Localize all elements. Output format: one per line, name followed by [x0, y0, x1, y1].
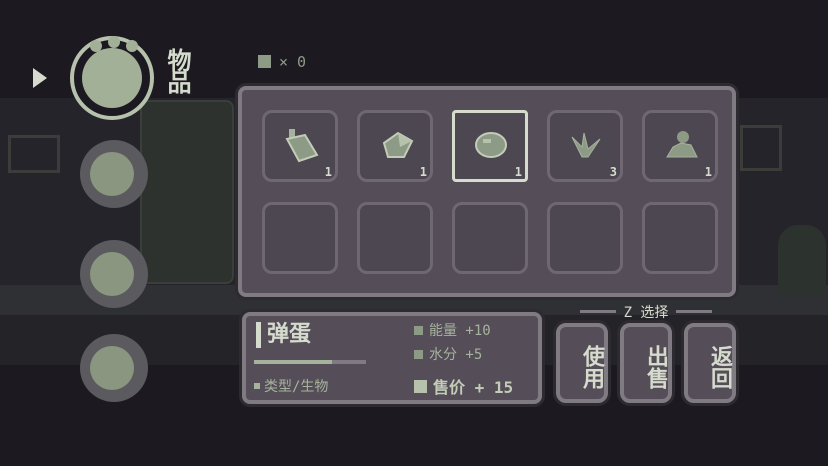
- inventory-slot-empty[interactable]: [357, 202, 433, 274]
- item-type: 类型/生物: [254, 376, 328, 396]
- inventory-panel: 1 1 1 3 1: [238, 86, 736, 297]
- inventory-slot[interactable]: 1: [357, 110, 433, 182]
- category-items-button[interactable]: [70, 36, 154, 120]
- bottle-icon: [285, 129, 319, 163]
- egg-icon: [475, 132, 507, 158]
- inventory-slot-empty[interactable]: [642, 202, 718, 274]
- slot-quantity: 3: [609, 165, 617, 179]
- slot-quantity: 1: [704, 165, 712, 179]
- category-creatures-button[interactable]: [80, 140, 148, 208]
- background-cabinet: [140, 100, 234, 284]
- coin-icon: [414, 380, 427, 393]
- coin-icon: [258, 55, 271, 68]
- inventory-slot[interactable]: 3: [547, 110, 623, 182]
- currency-count: × 0: [279, 53, 307, 71]
- energy-icon: [414, 326, 423, 335]
- item-type-label: 类型/生物: [264, 379, 329, 395]
- slot-quantity: 1: [419, 165, 427, 179]
- pencil-icon: [90, 346, 134, 390]
- rock-icon: [666, 131, 698, 158]
- select-hint-text: Z 选择: [623, 305, 669, 321]
- inventory-slot-empty[interactable]: [262, 202, 338, 274]
- background-picture-frame: [8, 135, 60, 173]
- item-name-underline-accent: [332, 360, 366, 364]
- stat-water-label: 水分 +5: [429, 347, 483, 363]
- crystal-icon: [382, 131, 414, 158]
- item-details-panel: 弹蛋 类型/生物 能量 +10 水分 +5 售价 + 15: [242, 312, 542, 404]
- slot-quantity: 1: [324, 165, 332, 179]
- water-icon: [414, 350, 423, 359]
- leaf-icon: [571, 132, 601, 158]
- bullet-icon: [254, 383, 260, 389]
- select-hint: Z 选择: [554, 302, 738, 322]
- inventory-slot-selected[interactable]: 1: [452, 110, 528, 182]
- selection-cursor-icon: [33, 68, 47, 88]
- background-window: [740, 125, 782, 171]
- stat-energy-label: 能量 +10: [429, 323, 491, 339]
- paw-icon: [82, 48, 142, 108]
- slot-quantity: 1: [514, 165, 522, 179]
- stat-price: 售价 + 15: [414, 374, 513, 398]
- back-button[interactable]: 返回: [684, 323, 736, 403]
- use-button[interactable]: 使用: [556, 323, 608, 403]
- fish-icon: [90, 152, 134, 196]
- stat-water: 水分 +5: [414, 344, 482, 364]
- pad-icon: [90, 252, 134, 296]
- category-items-label: 物品: [163, 48, 191, 92]
- category-notes-button[interactable]: [80, 240, 148, 308]
- inventory-slot-empty[interactable]: [547, 202, 623, 274]
- category-crafting-button[interactable]: [80, 334, 148, 402]
- inventory-slot[interactable]: 1: [642, 110, 718, 182]
- inventory-slot[interactable]: 1: [262, 110, 338, 182]
- currency-counter: × 0: [258, 53, 306, 71]
- background-plant: [778, 225, 826, 295]
- stat-energy: 能量 +10: [414, 320, 491, 340]
- stat-price-label: 售价 + 15: [433, 378, 514, 397]
- inventory-slot-empty[interactable]: [452, 202, 528, 274]
- sell-button[interactable]: 出售: [620, 323, 672, 403]
- item-name: 弹蛋: [256, 322, 311, 348]
